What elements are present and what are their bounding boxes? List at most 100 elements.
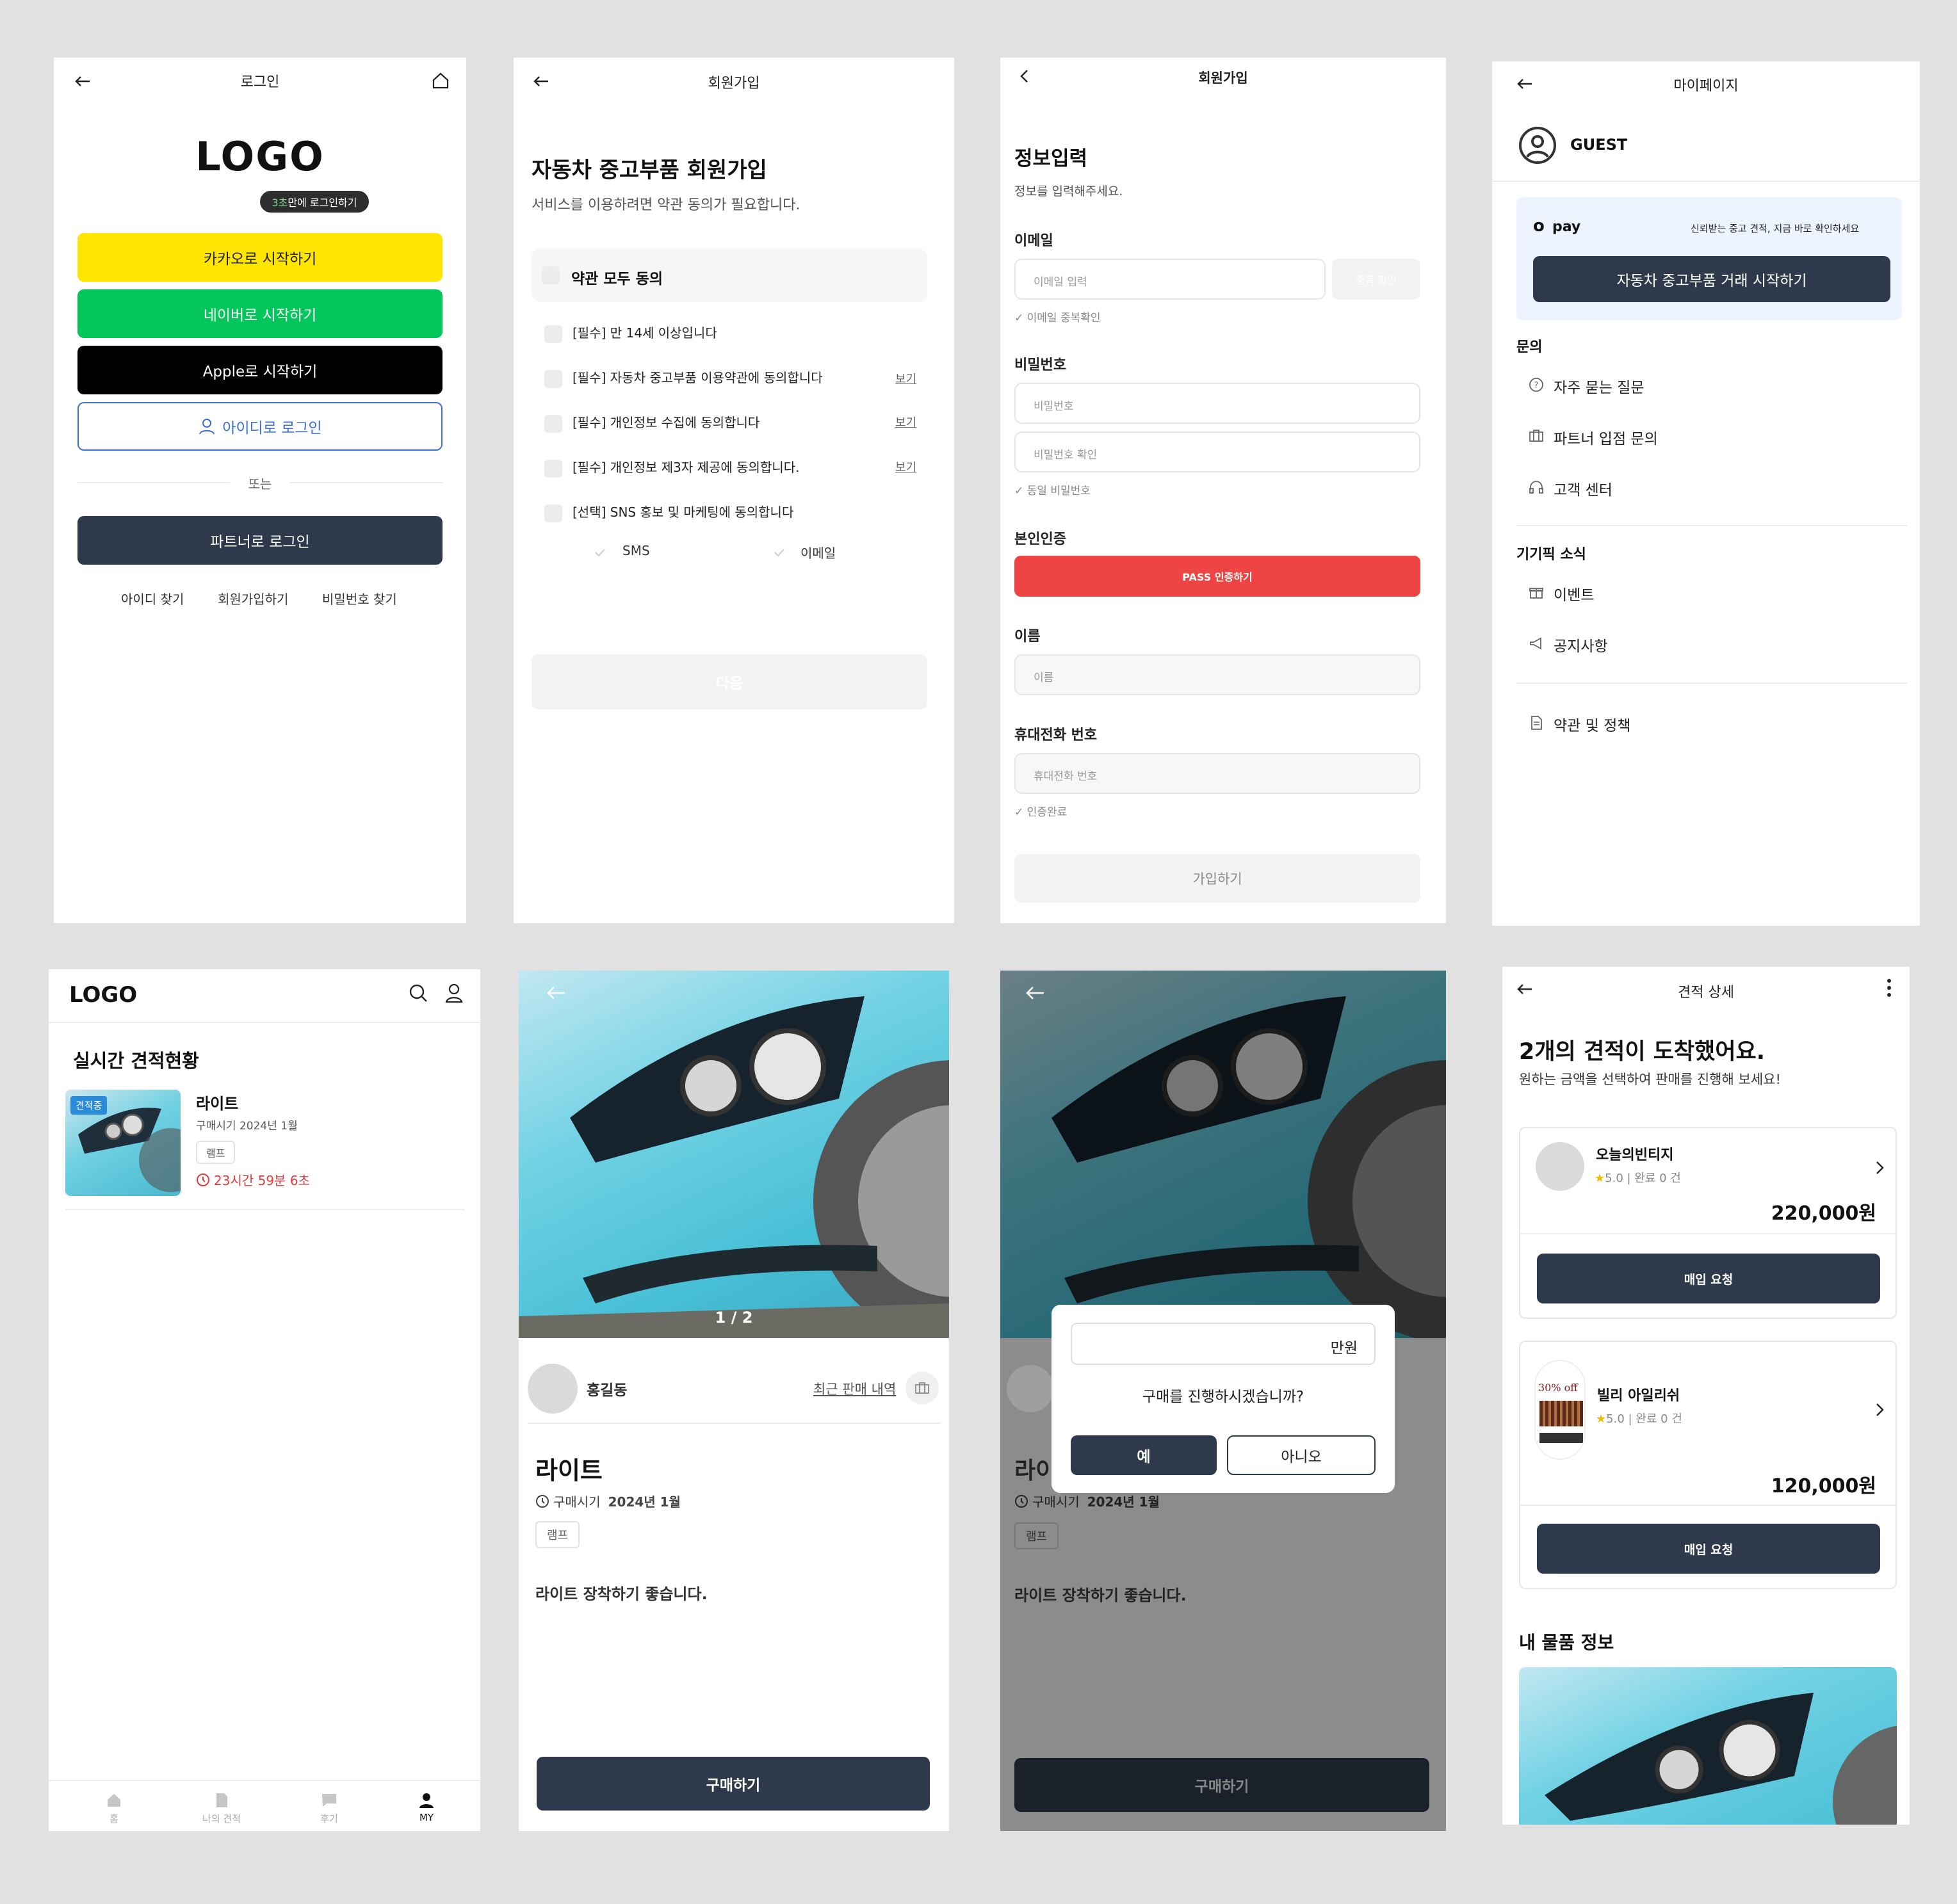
user-icon[interactable] <box>443 982 465 1004</box>
policy-item[interactable]: 약관 및 정책 <box>1554 713 1630 735</box>
phone-field-label: 휴대전화 번호 <box>1014 727 1098 743</box>
purchase-request-button[interactable]: 매입 요청 <box>1537 1524 1880 1574</box>
password-field-label: 비밀번호 <box>1014 357 1066 373</box>
megaphone-icon <box>1530 637 1541 650</box>
offer-card[interactable]: 30% off 빌리 아일리쉬 ★5.0 | 완료 0 건 120,000원 매… <box>1519 1341 1897 1589</box>
id-login-button[interactable]: 아이디로 로그인 <box>77 402 443 451</box>
shop-name: 빌리 아일리쉬 <box>1597 1388 1680 1404</box>
password-placeholder: 비밀번호 <box>1034 400 1074 413</box>
quote-subtitle: 원하는 금액을 선택하여 판매를 진행해 보세요! <box>1519 1072 1781 1087</box>
support-center-item[interactable]: 고객 센터 <box>1554 478 1612 499</box>
name-field-label: 이름 <box>1014 629 1041 645</box>
agree-all-label: 약관 모두 동의 <box>571 271 663 287</box>
review-icon[interactable] <box>320 1791 338 1809</box>
phone-field[interactable]: 휴대전화 번호 <box>1014 753 1420 794</box>
divider-right <box>290 482 443 483</box>
home-icon[interactable] <box>430 70 451 91</box>
start-trade-button[interactable]: 자동차 중고부품 거래 시작하기 <box>1533 256 1890 302</box>
price-input[interactable]: 만원 <box>1071 1323 1376 1365</box>
find-password-link[interactable]: 비밀번호 찾기 <box>322 589 397 608</box>
term-checkbox[interactable] <box>544 415 562 433</box>
date-value: 2024년 1월 <box>608 1494 681 1510</box>
product-image[interactable]: 1 / 2 <box>519 971 949 1338</box>
my-item-image[interactable] <box>1519 1667 1897 1825</box>
header-divider <box>1492 181 1920 182</box>
term-view-link[interactable]: 보기 <box>895 370 916 387</box>
chevron-right-icon[interactable] <box>1874 1159 1885 1177</box>
item-date: 구매시기 2024년 1월 <box>196 1120 298 1133</box>
purchase-request-button[interactable]: 매입 요청 <box>1537 1254 1880 1303</box>
chevron-right-icon[interactable] <box>1874 1401 1885 1419</box>
price-unit: 만원 <box>1330 1340 1358 1357</box>
faq-item[interactable]: 자주 묻는 질문 <box>1554 375 1644 397</box>
back-arrow-icon[interactable] <box>544 981 569 1005</box>
sms-check-icon[interactable] <box>593 545 607 560</box>
recent-sales-link[interactable]: 최근 판매 내역 <box>813 1379 896 1398</box>
purchase-date: 구매시기 2024년 1월 <box>1014 1492 1160 1510</box>
signup-link[interactable]: 회원가입하기 <box>218 589 288 608</box>
tab-home[interactable]: 홈 <box>105 1812 123 1825</box>
user-filled-icon[interactable] <box>418 1791 435 1809</box>
apple-login-button[interactable]: Apple로 시작하기 <box>77 346 443 394</box>
naver-login-button[interactable]: 네이버로 시작하기 <box>77 289 443 338</box>
back-arrow-icon[interactable] <box>1023 981 1048 1005</box>
term-checkbox[interactable] <box>544 504 562 522</box>
thumbnail-graphic <box>1539 1433 1583 1443</box>
svg-text:?: ? <box>1534 381 1539 391</box>
password-field[interactable]: 비밀번호 <box>1014 383 1420 424</box>
signup-submit-button[interactable]: 가입하기 <box>1014 854 1420 903</box>
confirm-yes-button[interactable]: 예 <box>1071 1435 1217 1475</box>
term-checkbox[interactable] <box>544 325 562 343</box>
tab-my[interactable]: MY <box>407 1812 446 1823</box>
term-checkbox[interactable] <box>544 460 562 478</box>
next-button[interactable]: 다음 <box>532 654 927 709</box>
page-title: 회원가입 <box>708 76 760 92</box>
card-divider <box>1520 1505 1896 1506</box>
tab-reviews[interactable]: 후기 <box>310 1812 348 1825</box>
home-icon[interactable] <box>105 1791 123 1809</box>
search-icon[interactable] <box>407 982 429 1004</box>
term-view-link[interactable]: 보기 <box>895 414 916 430</box>
phone-placeholder: 휴대전화 번호 <box>1034 770 1098 783</box>
agree-all-box[interactable]: 약관 모두 동의 <box>532 248 927 302</box>
email-field[interactable]: 이메일 입력 <box>1014 259 1326 300</box>
car-thumbnail[interactable]: 견적중 <box>65 1090 181 1196</box>
info-subtitle: 정보를 입력해주세요. <box>1014 184 1123 198</box>
buy-button[interactable]: 구매하기 <box>1014 1758 1429 1812</box>
document-icon[interactable] <box>213 1791 231 1809</box>
name-field[interactable]: 이름 <box>1014 654 1420 695</box>
purchase-date: 구매시기 2024년 1월 <box>535 1492 681 1510</box>
partner-inquiry-item[interactable]: 파트너 입점 문의 <box>1554 426 1658 448</box>
confirm-no-button[interactable]: 아니오 <box>1227 1435 1376 1475</box>
status-badge: 견적중 <box>70 1096 108 1115</box>
event-item[interactable]: 이벤트 <box>1554 583 1594 604</box>
briefcase-icon[interactable] <box>905 1371 939 1405</box>
signup-heading: 자동차 중고부품 회원가입 <box>532 157 767 183</box>
pay-word: pay <box>1552 219 1581 235</box>
offer-card[interactable]: 오늘의빈티지 ★5.0 | 완료 0 건 220,000원 매입 요청 <box>1519 1127 1897 1319</box>
headset-icon <box>1529 481 1543 494</box>
dup-check-button[interactable]: 중복 확인 <box>1332 259 1420 300</box>
term-view-link[interactable]: 보기 <box>895 458 916 475</box>
tab-my-quotes[interactable]: 나의 견적 <box>190 1812 254 1825</box>
question-icon: ? <box>1529 378 1543 392</box>
kakao-login-button[interactable]: 카카오로 시작하기 <box>77 233 443 282</box>
find-id-link[interactable]: 아이디 찾기 <box>121 589 184 608</box>
buy-button[interactable]: 구매하기 <box>537 1757 930 1811</box>
email-check-icon[interactable] <box>772 545 786 560</box>
image-counter: 1 / 2 <box>715 1309 753 1327</box>
gift-icon <box>1529 588 1543 599</box>
purchase-dialog: 만원 구매를 진행하시겠습니까? 예 아니오 <box>1052 1305 1395 1493</box>
agree-all-checkbox[interactable] <box>542 266 560 284</box>
more-vertical-icon[interactable] <box>1884 977 1894 999</box>
divider-left <box>77 482 230 483</box>
item-name: 라이트 <box>535 1456 603 1485</box>
term-checkbox[interactable] <box>544 370 562 388</box>
user-icon <box>199 419 215 435</box>
pass-auth-button[interactable]: PASS 인증하기 <box>1014 556 1420 597</box>
shop-rating: ★5.0 | 완료 0 건 <box>1595 1172 1681 1185</box>
notice-item[interactable]: 공지사항 <box>1554 634 1608 656</box>
password-confirm-field[interactable]: 비밀번호 확인 <box>1014 432 1420 472</box>
partner-login-button[interactable]: 파트너로 로그인 <box>77 516 443 565</box>
email-label: 이메일 <box>800 545 836 561</box>
